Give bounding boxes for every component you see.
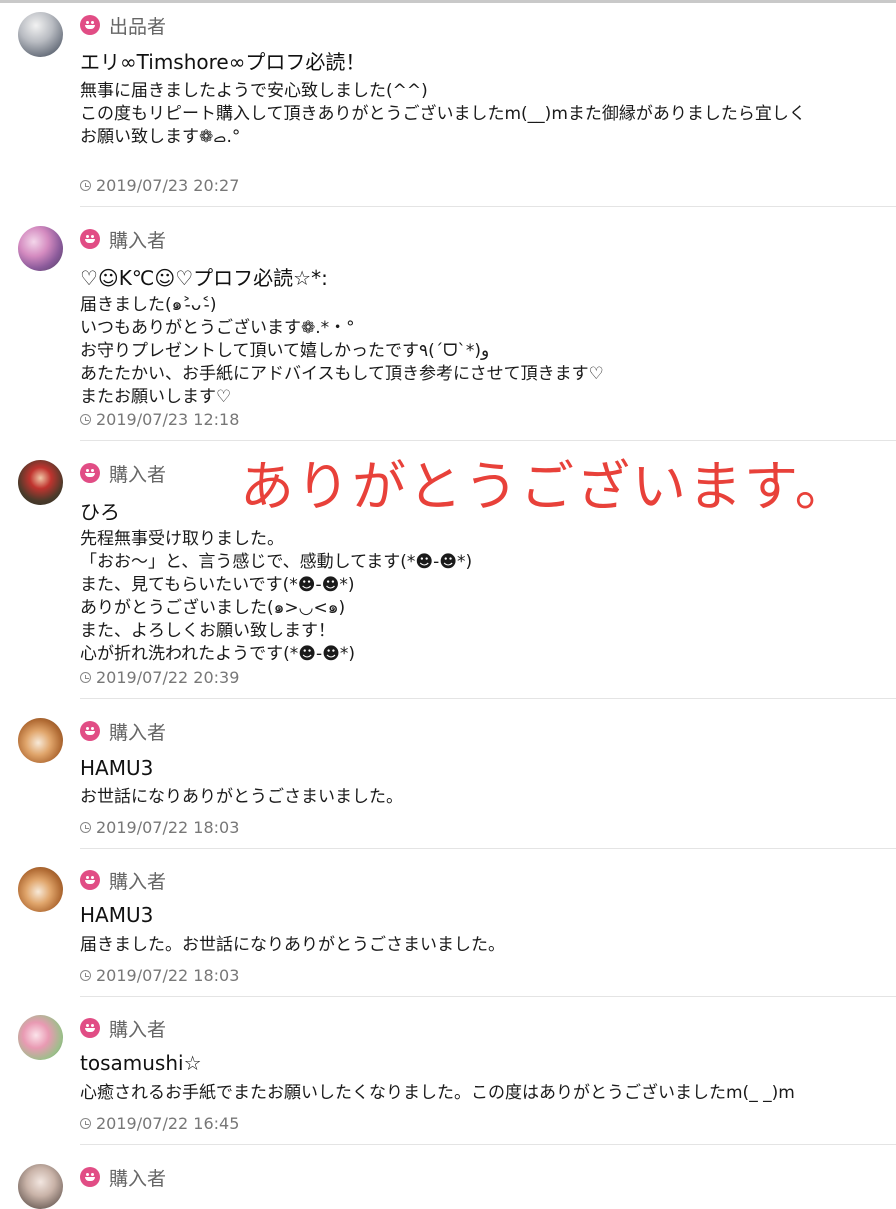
review-date: 2019/07/22 18:03 [80,818,239,837]
clock-icon [80,970,91,981]
date-text: 2019/07/22 20:39 [96,668,240,687]
role-label: 購入者 [109,229,167,252]
reviewer-name[interactable]: ひろ [80,496,120,525]
review-date: 2019/07/23 20:27 [80,176,239,195]
avatar[interactable] [18,867,63,912]
avatar[interactable] [18,460,63,505]
review-line: 先程無事受け取りました。 [80,529,284,549]
review-line: 無事に届きましたようで安心致しました(^^) [80,81,428,101]
review-text: 届きました(๑˃̵ᴗ˂̵) いつもありがとうございます❁.*・° お守りプレゼン… [80,294,604,409]
role-label-row: 購入者 [80,1164,166,1190]
clock-icon [80,822,91,833]
review-line: またお願いします♡ [80,387,232,407]
review-line: お世話になりありがとうごさまいました。 [80,787,403,807]
role-label-row: 購入者 [80,460,166,486]
separator [80,1144,896,1145]
role-label: 購入者 [109,1018,167,1041]
overlay-thanks-text: ありがとうございます。 [240,455,851,518]
review-line: この度もリピート購入して頂きありがとうございましたm(__)mまた御縁がありまし… [80,104,806,124]
date-text: 2019/07/23 20:27 [96,176,240,195]
role-label-row: 購入者 [80,718,166,744]
review-line: また、よろしくお願い致します！ [80,621,335,641]
review-text: 先程無事受け取りました。 「おお〜」と、言う感じで、感動してます(*☻-☻*) … [80,528,472,666]
smile-icon [80,721,100,741]
clock-icon [80,414,91,425]
avatar[interactable] [18,1015,63,1060]
role-label-row: 出品者 [80,12,166,38]
date-text: 2019/07/23 12:18 [96,410,240,429]
reviewer-name[interactable]: エリ∞Timshore∞プロフ必読！ [80,46,365,75]
avatar[interactable] [18,1164,63,1209]
review-text: お世話になりありがとうごさまいました。 [80,786,403,809]
clock-icon [80,180,91,191]
separator [80,996,896,997]
review-text: 無事に届きましたようで安心致しました(^^) この度もリピート購入して頂きありが… [80,80,806,149]
review-date: 2019/07/22 20:39 [80,668,239,687]
review-date: 2019/07/22 16:45 [80,1114,239,1133]
review-line: ありがとうございました(๑>◡<๑) [80,598,346,618]
smile-icon [80,463,100,483]
role-label: 購入者 [109,1167,167,1190]
smile-icon [80,15,100,35]
clock-icon [80,672,91,683]
date-text: 2019/07/22 16:45 [96,1114,240,1133]
review-line: 心癒されるお手紙でまたお願いしたくなりました。この度はありがとうございましたm(… [80,1083,795,1103]
reviewer-name[interactable]: HAMU3 [80,903,153,927]
avatar[interactable] [18,12,63,57]
smile-icon [80,1018,100,1038]
review-line: いつもありがとうございます❁.*・° [80,318,355,338]
reviewer-name[interactable]: HAMU3 [80,756,153,780]
role-label-row: 購入者 [80,1015,166,1041]
role-label: 購入者 [109,721,167,744]
date-text: 2019/07/22 18:03 [96,966,240,985]
review-line: 心が折れ洗われたようです(*☻-☻*) [80,644,355,664]
clock-icon [80,1118,91,1129]
review-line: 届きました(๑˃̵ᴗ˂̵) [80,295,217,315]
role-label: 購入者 [109,463,167,486]
review-text: 届きました。お世話になりありがとうごさまいました。 [80,934,505,957]
role-label-row: 購入者 [80,226,166,252]
review-text: 心癒されるお手紙でまたお願いしたくなりました。この度はありがとうございましたm(… [80,1082,795,1105]
separator [80,848,896,849]
review-line: あたたかい、お手紙にアドバイスもして頂き参考にさせて頂きます♡ [80,364,604,384]
avatar[interactable] [18,226,63,271]
date-text: 2019/07/22 18:03 [96,818,240,837]
top-divider [0,0,896,3]
smile-icon [80,870,100,890]
review-date: 2019/07/23 12:18 [80,410,239,429]
separator [80,440,896,441]
avatar[interactable] [18,718,63,763]
review-date: 2019/07/22 18:03 [80,966,239,985]
review-line: 届きました。お世話になりありがとうごさまいました。 [80,935,505,955]
reviewer-name[interactable]: ♡☺K℃☺♡プロフ必読☆*: [80,262,328,291]
review-line: また、見てもらいたいです(*☻-☻*) [80,575,355,595]
smile-icon [80,229,100,249]
role-label: 購入者 [109,870,167,893]
smile-icon [80,1167,100,1187]
role-label: 出品者 [109,15,167,38]
review-line: お守りプレゼントして頂いて嬉しかったです٩(ˊᗜˋ*)و [80,341,490,361]
role-label-row: 購入者 [80,867,166,893]
separator [80,698,896,699]
separator [80,206,896,207]
review-line: お願い致します❁ࡇ.° [80,127,241,147]
review-line: 「おお〜」と、言う感じで、感動してます(*☻-☻*) [80,552,473,572]
reviewer-name[interactable]: tosamushi☆ [80,1051,202,1075]
